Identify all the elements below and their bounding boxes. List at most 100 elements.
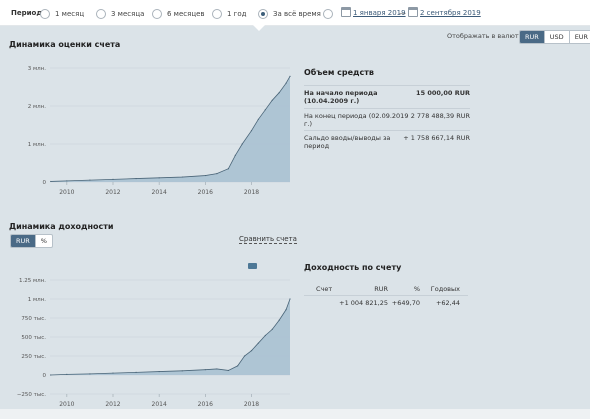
period-bar: Период: 1 месяц 3 месяца 6 месяцев 1 год… <box>0 0 590 26</box>
y-tick-label: 1 млн. <box>28 142 47 148</box>
assets-title: Объем средств <box>304 68 374 77</box>
period-option-label: 6 месяцев <box>167 10 205 18</box>
y-tick-label: 3 млн. <box>28 66 47 72</box>
data-point <box>257 342 259 344</box>
data-point <box>271 328 273 330</box>
period-all-time-radio[interactable]: За всё время <box>258 8 321 20</box>
data-point <box>50 180 52 183</box>
valuation-chart: 0 1 млн. 2 млн. 3 млн. 2010 2012 2014 2016 2018 <box>28 66 291 196</box>
data-point <box>66 180 68 182</box>
yield-title: Динамика доходности <box>9 222 114 231</box>
data-point <box>243 355 246 357</box>
compare-accounts-link[interactable]: Сравнить счета <box>239 235 297 244</box>
x-tick-label: 2010 <box>59 401 74 408</box>
calendar-icon[interactable] <box>408 7 418 17</box>
data-point <box>278 319 280 321</box>
data-point <box>112 372 114 374</box>
data-point <box>264 334 266 337</box>
data-point <box>158 370 160 373</box>
assets-row-balance: Сальдо вводы/выводы за период + 1 758 66… <box>304 130 470 152</box>
yield-table-header: Счет RUR % Годовых <box>304 285 468 295</box>
legend-swatch[interactable] <box>248 263 257 269</box>
data-point <box>285 82 287 84</box>
data-point <box>112 178 114 180</box>
data-point <box>204 174 206 177</box>
yield-mode-percent-button[interactable]: % <box>36 235 52 247</box>
yield-col-account: Счет <box>316 285 333 293</box>
data-point <box>250 130 253 132</box>
assets-row-key: На конец периода (02.09.2019 г.) <box>304 112 409 128</box>
data-point <box>135 177 137 180</box>
assets-row-start: На начало периода (10.04.2009 г.) 15 000… <box>304 85 470 109</box>
period-option-label: 1 месяц <box>55 10 85 18</box>
data-point <box>158 177 160 179</box>
currency-eur-button[interactable]: EUR <box>570 31 590 43</box>
data-point <box>50 374 52 376</box>
date-to-link[interactable]: 2 сентября 2019 <box>420 9 481 17</box>
y-tick-label: 1 млн. <box>28 297 47 303</box>
radio-dot[interactable] <box>323 9 333 19</box>
data-point <box>264 109 266 111</box>
assets-row-key: Сальдо вводы/выводы за период <box>304 134 391 150</box>
data-point <box>257 118 259 120</box>
data-point <box>216 173 218 175</box>
radio-dot[interactable] <box>258 9 268 19</box>
period-1-month-radio[interactable]: 1 месяц <box>40 8 84 20</box>
data-point <box>181 176 183 178</box>
y-tick-label: −250 тыс. <box>17 392 46 398</box>
period-option-label: За всё время <box>273 10 321 18</box>
currency-label: Отображать в валюте: <box>447 32 525 40</box>
data-point <box>181 370 183 372</box>
yield-mode-switch: RUR % <box>10 234 53 248</box>
yield-chart: −250 тыс. 0 250 тыс. 500 тыс. 750 тыс. 1 млн.… <box>17 278 291 408</box>
y-tick-label: 250 тыс. <box>21 354 46 360</box>
assets-row-end: На конец периода (02.09.2019 г.) 2 778 4… <box>304 108 470 130</box>
period-3-months-radio[interactable]: 3 месяца <box>96 8 144 20</box>
radio-dot[interactable] <box>212 9 222 19</box>
yield-cell-percent: +649,70 <box>391 299 420 307</box>
yield-table-row: +1 004 821,25 +649,70 +62,44 <box>304 299 468 309</box>
assets-row-value: 2 778 488,39 RUR <box>410 112 470 120</box>
radio-dot[interactable] <box>152 9 162 19</box>
currency-usd-button[interactable]: USD <box>545 31 570 43</box>
data-point <box>66 373 68 375</box>
x-tick-label: 2012 <box>105 189 120 196</box>
y-tick-label: 0 <box>43 373 47 379</box>
data-point <box>227 369 229 372</box>
data-point <box>241 143 243 145</box>
data-point <box>227 168 229 170</box>
data-point <box>89 373 91 375</box>
data-point <box>289 298 291 300</box>
period-1-year-radio[interactable]: 1 год <box>212 8 246 20</box>
y-tick-label: 500 тыс. <box>21 335 46 341</box>
period-option-label: 1 год <box>227 10 247 18</box>
period-6-months-radio[interactable]: 6 месяцев <box>152 8 205 20</box>
x-tick-label: 2014 <box>152 189 167 196</box>
date-from-link[interactable]: 1 января 2019 <box>353 9 406 17</box>
yield-cell-rur: +1 004 821,25 <box>339 299 388 307</box>
data-point <box>204 369 206 371</box>
bottom-strip <box>0 409 590 419</box>
data-point <box>285 309 287 311</box>
valuation-title: Динамика оценки счета <box>9 40 121 49</box>
radio-dot[interactable] <box>40 9 50 19</box>
period-option-label: 3 месяца <box>111 10 145 18</box>
y-tick-label: 1.25 млн. <box>19 278 46 284</box>
data-point <box>89 179 91 181</box>
assets-row-value: 15 000,00 RUR <box>416 89 470 97</box>
yield-mode-rur-button[interactable]: RUR <box>11 235 36 247</box>
yield-col-annual: Годовых <box>430 285 460 293</box>
x-tick-label: 2018 <box>244 401 259 408</box>
data-point <box>234 154 236 156</box>
currency-rur-button[interactable]: RUR <box>520 31 545 43</box>
y-tick-label: 2 млн. <box>28 104 47 110</box>
x-tick-label: 2014 <box>152 401 167 408</box>
data-point <box>216 368 218 370</box>
radio-dot[interactable] <box>96 9 106 19</box>
yield-col-percent: % <box>413 285 420 293</box>
currency-switch: RUR USD EUR <box>519 30 590 44</box>
calendar-icon[interactable] <box>341 7 351 17</box>
assets-row-key: На начало периода (10.04.2009 г.) <box>304 89 378 105</box>
period-custom-radio[interactable] <box>323 8 333 20</box>
data-point <box>278 92 280 94</box>
